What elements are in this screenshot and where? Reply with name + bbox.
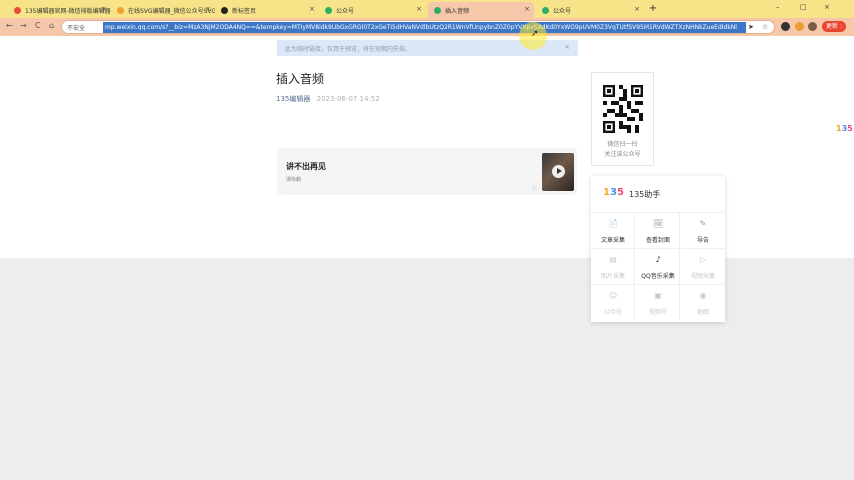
audio-title: 讲不出再见 — [286, 162, 326, 171]
helper-item-label: 导告 — [696, 237, 709, 244]
close-icon[interactable]: × — [309, 5, 315, 13]
window-close-icon[interactable]: × — [824, 3, 830, 11]
extension-icon[interactable] — [781, 22, 790, 31]
tab-strip: 135编辑器官网-微信排版编辑器 × 在线SVG编辑器_微信公众号SVG × 新… — [0, 0, 854, 18]
home-icon[interactable]: ⌂ — [49, 21, 54, 30]
article-meta: 135编辑器 2023-06-07 14:52 — [276, 94, 380, 104]
info-icon[interactable]: ⓘ — [532, 185, 537, 192]
tab-title: 新标签页 — [232, 7, 257, 15]
tab-title: 插入音频 — [445, 7, 470, 15]
helper-item-label: 图片采集 — [600, 273, 625, 280]
maximize-icon[interactable]: □ — [800, 3, 807, 11]
helper-qq-music-collect[interactable]: ♪ QQ音乐采集 — [636, 248, 680, 284]
page-content — [0, 36, 854, 258]
music-icon: ♪ — [655, 255, 661, 264]
reload-icon[interactable]: C — [35, 21, 41, 30]
close-icon[interactable]: × — [634, 5, 640, 13]
helper-official-account[interactable]: ☺ 公众号 — [591, 284, 635, 320]
page-bottom-area — [0, 258, 854, 480]
helper-item-label: 地图 — [696, 309, 709, 316]
update-button[interactable]: 更新 : — [822, 21, 846, 32]
warning-text: 此为临时链接，仅用于预览，将在短期内失效。 — [285, 46, 412, 53]
video-icon: ▷ — [699, 255, 707, 264]
tab-title: 公众号 — [336, 7, 355, 15]
back-icon[interactable]: ← — [6, 21, 13, 30]
helper-item-label: QQ音乐采集 — [641, 273, 675, 280]
new-tab-button[interactable]: + — [647, 2, 659, 16]
tab-favicon — [14, 6, 21, 14]
helper-map[interactable]: ◉ 地图 — [681, 284, 725, 320]
helper-export[interactable]: ✎ 导告 — [681, 212, 725, 248]
helper-image-collect[interactable]: ▤ 图片采集 — [591, 248, 635, 284]
close-icon[interactable]: × — [205, 5, 211, 13]
tab-svg-editor[interactable]: 在线SVG编辑器_微信公众号SVG × — [111, 2, 215, 18]
tab-135-editor[interactable]: 135编辑器官网-微信排版编辑器 × — [8, 2, 111, 18]
mouse-pointer-icon: ➚ — [531, 29, 539, 39]
article-author[interactable]: 135编辑器 — [276, 95, 310, 103]
close-icon[interactable]: × — [416, 5, 422, 13]
audio-card[interactable]: 讲不出再见 谭咏麟 ⓘ — [277, 148, 577, 195]
play-icon[interactable] — [552, 165, 565, 178]
helper-item-label: 查看封面 — [645, 237, 670, 244]
tab-official-account-2[interactable]: 公众号 × — [536, 2, 644, 18]
article-date: 2023-06-07 14:52 — [316, 95, 380, 103]
helper-item-label: 视频号 — [648, 309, 667, 316]
security-indicator[interactable]: 不安全 — [67, 23, 85, 32]
helper-article-collect[interactable]: 📄 文章采集 — [591, 212, 635, 248]
qr-code — [603, 85, 643, 133]
channels-icon: ▣ — [654, 291, 662, 300]
tab-favicon — [542, 6, 549, 14]
qr-code-box: 微信扫一扫 关注该公众号 — [591, 72, 654, 166]
pen-icon: ✎ — [699, 219, 707, 228]
helper-title: 135助手 — [629, 190, 661, 199]
tab-favicon — [325, 6, 332, 14]
qr-caption-line1: 微信扫一扫 — [607, 141, 638, 148]
helper-logo: 135 — [603, 187, 624, 198]
audio-artist: 谭咏麟 — [286, 177, 302, 183]
helper-panel: 135 135助手 📄 文章采集 🖼 查看封面 ✎ 导告 ▤ 图片采集 ♪ QQ… — [591, 176, 725, 322]
profile-avatar[interactable] — [808, 22, 817, 31]
helper-item-label: 文章采集 — [600, 237, 625, 244]
forward-icon[interactable]: → — [20, 21, 27, 30]
picture-icon: ▤ — [609, 255, 617, 264]
minimize-icon[interactable]: – — [776, 3, 780, 11]
chat-icon: ☺ — [608, 291, 618, 300]
extension-icon[interactable] — [795, 22, 804, 31]
tab-insert-audio[interactable]: 插入音频 × — [428, 2, 534, 18]
close-icon[interactable]: × — [101, 5, 107, 13]
tab-title: 公众号 — [553, 7, 572, 15]
qr-caption-line2: 关注该公众号 — [604, 151, 641, 158]
tab-favicon — [221, 6, 228, 14]
send-icon[interactable]: ➤ — [748, 23, 754, 31]
bookmark-star-icon[interactable]: ☆ — [762, 23, 768, 31]
tab-official-account[interactable]: 公众号 × — [319, 2, 426, 18]
helper-video-collect[interactable]: ▷ 视频采集 — [681, 248, 725, 284]
helper-view-cover[interactable]: 🖼 查看封面 — [636, 212, 680, 248]
helper-item-label: 公众号 — [603, 309, 622, 316]
close-icon[interactable]: × — [524, 5, 530, 13]
helper-item-label: 视频采集 — [690, 273, 715, 280]
image-icon: 🖼 — [652, 219, 664, 228]
tab-title: 135编辑器官网-微信排版编辑器 — [25, 7, 111, 15]
close-icon[interactable]: × — [564, 43, 570, 51]
article-title: 插入音频 — [276, 72, 325, 86]
tab-title: 在线SVG编辑器_微信公众号SVG — [128, 7, 215, 15]
url-text[interactable]: mp.weixin.qq.com/s?__biz=MzA3NjM2ODA4NQ=… — [103, 22, 746, 33]
document-icon: 📄 — [608, 219, 618, 228]
tab-favicon — [434, 6, 441, 14]
side-135-badge[interactable]: 135 — [836, 124, 853, 133]
tab-favicon — [117, 6, 124, 14]
tab-new-tab[interactable]: 新标签页 × — [215, 2, 319, 18]
helper-channels[interactable]: ▣ 视频号 — [636, 284, 680, 320]
address-bar[interactable]: 不安全 mp.weixin.qq.com/s?__biz=MzA3NjM2ODA… — [61, 20, 775, 34]
location-pin-icon: ◉ — [699, 291, 707, 300]
